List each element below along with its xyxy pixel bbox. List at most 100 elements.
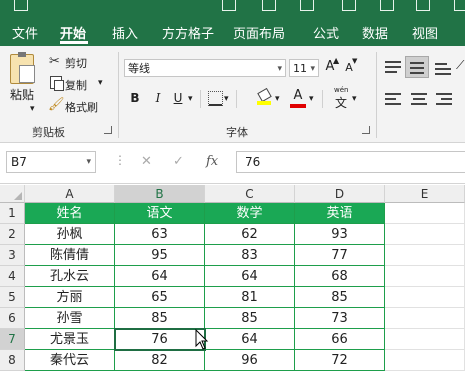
insert-function-icon[interactable]: fx bbox=[206, 154, 218, 169]
font-color-button[interactable]: A bbox=[290, 88, 306, 103]
quick-access-icon[interactable] bbox=[300, 0, 314, 11]
row-header[interactable]: 3 bbox=[0, 245, 25, 266]
bold-button[interactable]: B bbox=[127, 91, 143, 105]
clipboard-launcher-icon[interactable] bbox=[104, 126, 112, 134]
enter-icon[interactable]: ✓ bbox=[173, 154, 184, 169]
table-cell[interactable]: 孔水云 bbox=[25, 266, 115, 287]
tab-view[interactable]: 视图 bbox=[412, 23, 438, 42]
font-name-select[interactable]: 等线 ▾ bbox=[124, 59, 286, 77]
tab-insert[interactable]: 插入 bbox=[112, 23, 138, 42]
copy-button[interactable]: 复制 bbox=[65, 77, 87, 93]
table-cell[interactable]: 秦代云 bbox=[25, 350, 115, 371]
table-cell[interactable]: 65 bbox=[115, 287, 205, 308]
quick-access-icon[interactable] bbox=[380, 0, 394, 11]
table-cell[interactable]: 66 bbox=[295, 329, 385, 350]
column-header[interactable]: A bbox=[25, 185, 115, 203]
tab-home[interactable]: 开始 bbox=[60, 23, 86, 42]
table-cell-empty[interactable] bbox=[385, 203, 465, 224]
row-header[interactable]: 8 bbox=[0, 350, 25, 371]
table-cell[interactable]: 尤景玉 bbox=[25, 329, 115, 350]
column-header[interactable]: C bbox=[205, 185, 295, 203]
tab-fangfang-gezi[interactable]: 方方格子 bbox=[162, 23, 214, 42]
table-cell[interactable]: 68 bbox=[295, 266, 385, 287]
tab-page-layout[interactable]: 页面布局 bbox=[233, 23, 285, 42]
align-left-icon[interactable] bbox=[381, 90, 405, 110]
row-header[interactable]: 7 bbox=[0, 329, 25, 350]
table-cell[interactable]: 95 bbox=[115, 245, 205, 266]
table-cell-empty[interactable] bbox=[385, 308, 465, 329]
table-cell-empty[interactable] bbox=[385, 350, 465, 371]
align-center-icon[interactable] bbox=[407, 90, 431, 110]
align-top-icon[interactable] bbox=[381, 56, 405, 78]
chevron-down-icon[interactable]: ▾ bbox=[86, 152, 91, 172]
table-cell[interactable]: 64 bbox=[115, 266, 205, 287]
underline-dropdown-icon[interactable]: ▾ bbox=[188, 94, 193, 104]
table-cell[interactable]: 孙枫 bbox=[25, 224, 115, 245]
table-cell[interactable]: 孙雪 bbox=[25, 308, 115, 329]
table-header-cell[interactable]: 语文 bbox=[115, 203, 205, 224]
phonetic-dropdown-icon[interactable]: ▾ bbox=[352, 94, 357, 104]
quick-access-icon[interactable] bbox=[222, 0, 236, 11]
paste-dropdown-icon[interactable]: ▾ bbox=[30, 104, 35, 114]
align-right-icon[interactable] bbox=[432, 90, 456, 110]
font-launcher-icon[interactable] bbox=[362, 126, 370, 134]
table-header-cell[interactable]: 姓名 bbox=[25, 203, 115, 224]
quick-access-icon[interactable] bbox=[454, 0, 465, 11]
drag-handle-icon[interactable]: ⋮ bbox=[114, 153, 127, 167]
table-cell[interactable]: 72 bbox=[295, 350, 385, 371]
save-icon[interactable] bbox=[14, 0, 28, 11]
row-header[interactable]: 6 bbox=[0, 308, 25, 329]
table-header-cell[interactable]: 英语 bbox=[295, 203, 385, 224]
table-cell[interactable]: 82 bbox=[115, 350, 205, 371]
table-header-cell[interactable]: 数学 bbox=[205, 203, 295, 224]
column-header[interactable]: B bbox=[115, 185, 205, 203]
table-cell-empty[interactable] bbox=[385, 245, 465, 266]
row-header[interactable]: 2 bbox=[0, 224, 25, 245]
formula-input[interactable]: 76 bbox=[236, 151, 465, 173]
table-cell[interactable]: 陈倩倩 bbox=[25, 245, 115, 266]
column-header[interactable]: D bbox=[295, 185, 385, 203]
row-header[interactable]: 5 bbox=[0, 287, 25, 308]
table-cell[interactable]: 64 bbox=[205, 266, 295, 287]
table-cell[interactable]: 方丽 bbox=[25, 287, 115, 308]
orientation-icon[interactable]: ⟋ bbox=[456, 58, 464, 73]
column-header[interactable]: E bbox=[385, 185, 465, 203]
table-cell[interactable]: 83 bbox=[205, 245, 295, 266]
quick-access-icon[interactable] bbox=[342, 0, 356, 11]
tab-data[interactable]: 数据 bbox=[362, 23, 388, 42]
table-cell[interactable]: 96 bbox=[205, 350, 295, 371]
tab-file[interactable]: 文件 bbox=[12, 23, 38, 42]
paste-button[interactable]: 粘贴 bbox=[10, 86, 34, 103]
align-middle-icon[interactable] bbox=[405, 56, 429, 78]
align-bottom-icon[interactable] bbox=[431, 56, 455, 78]
italic-button[interactable]: I bbox=[150, 91, 166, 105]
table-cell-empty[interactable] bbox=[385, 266, 465, 287]
table-cell[interactable]: 63 bbox=[115, 224, 205, 245]
cut-button[interactable]: 剪切 bbox=[65, 55, 87, 71]
cancel-icon[interactable]: ✕ bbox=[141, 154, 152, 169]
fill-color-dropdown-icon[interactable]: ▾ bbox=[275, 94, 280, 104]
underline-button[interactable]: U bbox=[170, 91, 186, 105]
row-header[interactable]: 1 bbox=[0, 203, 25, 224]
paste-icon[interactable] bbox=[10, 52, 35, 84]
row-header[interactable]: 4 bbox=[0, 266, 25, 287]
table-cell[interactable]: 85 bbox=[295, 287, 385, 308]
format-painter-button[interactable]: 格式刷 bbox=[65, 99, 98, 115]
table-cell-empty[interactable] bbox=[385, 329, 465, 350]
font-color-dropdown-icon[interactable]: ▾ bbox=[309, 94, 314, 104]
name-box[interactable]: B7 ▾ bbox=[6, 151, 96, 173]
table-cell[interactable]: 93 bbox=[295, 224, 385, 245]
copy-dropdown-icon[interactable]: ▾ bbox=[98, 78, 103, 88]
table-cell[interactable]: 73 bbox=[295, 308, 385, 329]
table-cell[interactable]: 85 bbox=[205, 308, 295, 329]
tab-formulas[interactable]: 公式 bbox=[313, 23, 339, 42]
table-cell[interactable]: 85 bbox=[115, 308, 205, 329]
borders-icon[interactable] bbox=[208, 91, 223, 106]
table-cell[interactable]: 77 bbox=[295, 245, 385, 266]
quick-access-icon[interactable] bbox=[262, 0, 276, 11]
phonetic-guide-button[interactable]: 文 bbox=[335, 94, 347, 111]
table-cell[interactable]: 62 bbox=[205, 224, 295, 245]
table-cell[interactable]: 81 bbox=[205, 287, 295, 308]
fill-color-icon[interactable] bbox=[257, 87, 272, 105]
select-all-corner[interactable] bbox=[0, 185, 25, 203]
